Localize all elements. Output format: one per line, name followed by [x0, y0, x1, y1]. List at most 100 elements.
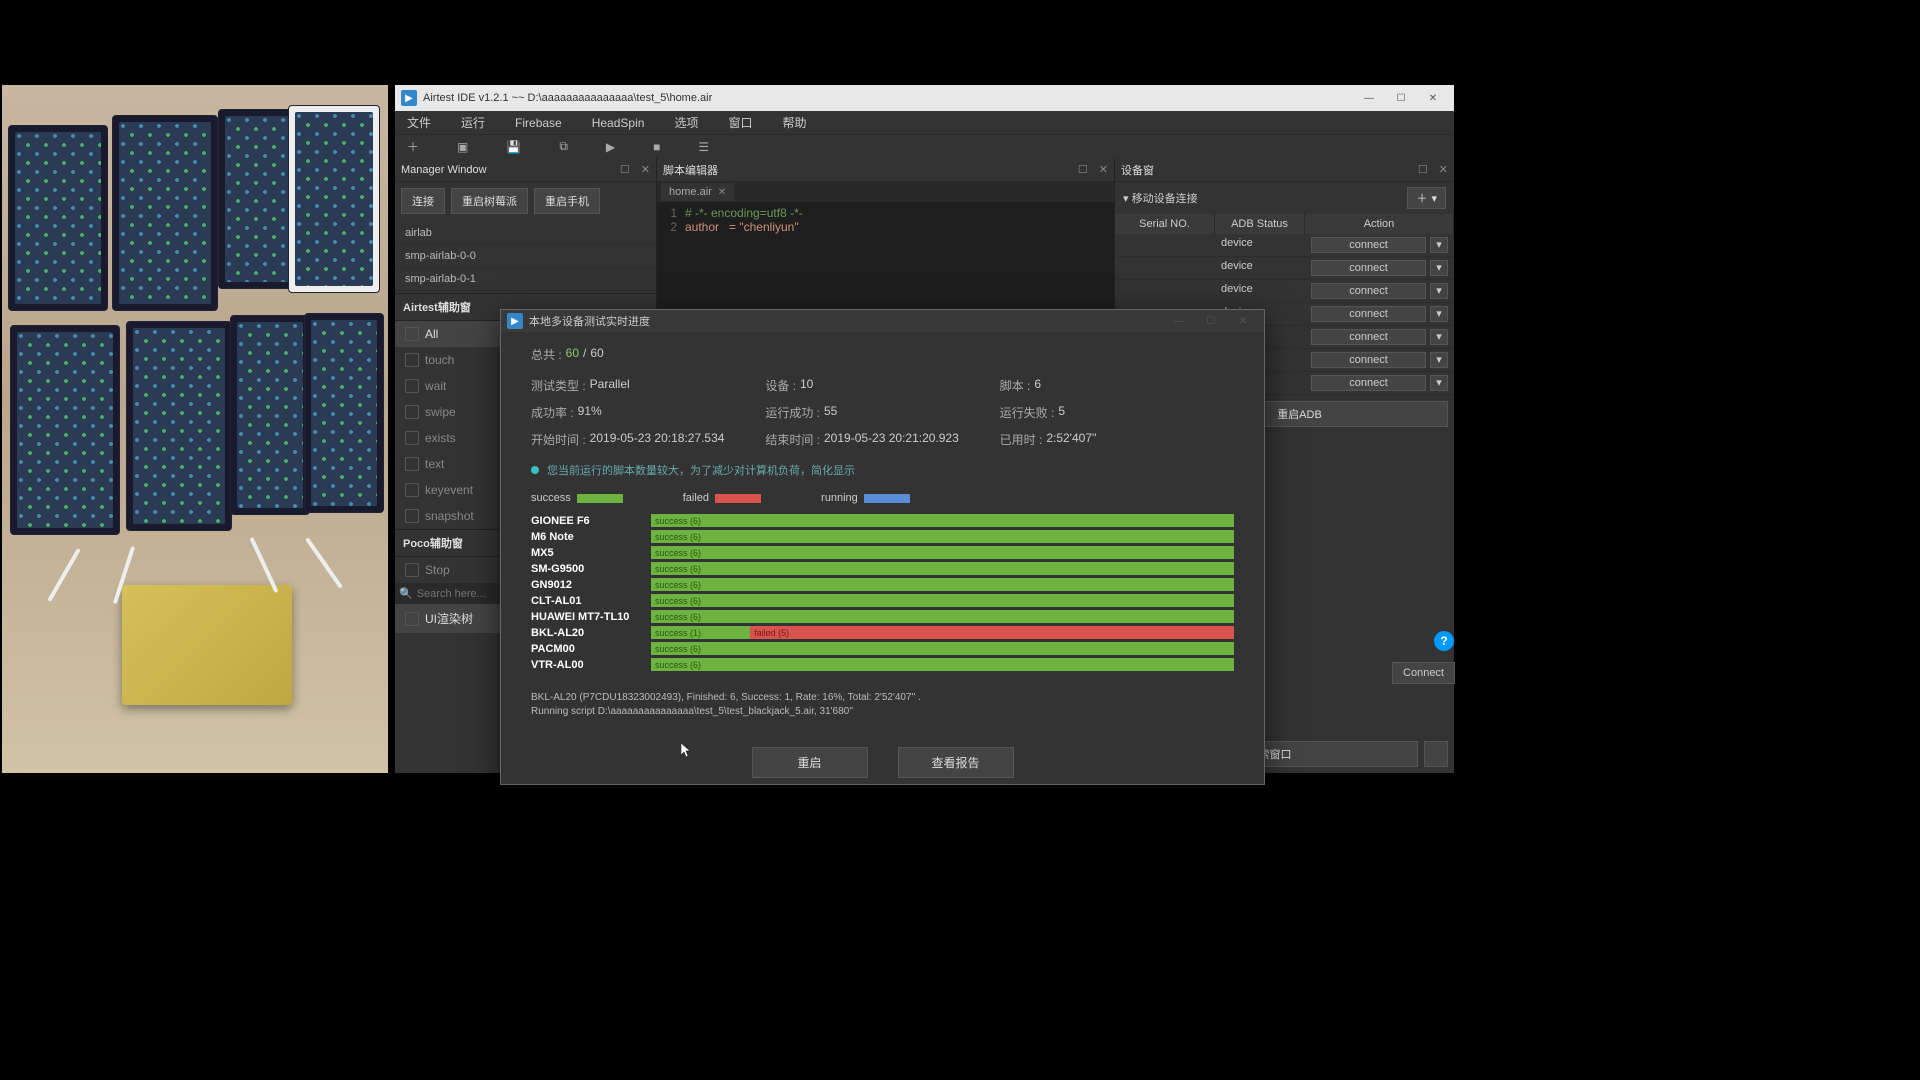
device-connect-dropdown[interactable]: ▾ — [1430, 375, 1448, 391]
new-icon[interactable]: ＋ — [407, 138, 419, 155]
pass-count: 55 — [824, 404, 837, 421]
device-connect-dropdown[interactable]: ▾ — [1430, 352, 1448, 368]
panel-float-icon[interactable]: ☐ — [1078, 163, 1088, 176]
restart-phone-button[interactable]: 重启手机 — [534, 188, 600, 214]
mouse-cursor — [681, 743, 693, 759]
progress-row: GN9012success (6) — [531, 578, 1234, 591]
editor-panel-header: 脚本编辑器 ☐ ✕ — [657, 158, 1114, 182]
close-button[interactable]: ✕ — [1418, 88, 1448, 108]
device-row: deviceconnect▾ — [1115, 257, 1454, 280]
menu-options[interactable]: 选项 — [674, 114, 698, 131]
modal-minimize-button[interactable]: — — [1164, 311, 1194, 331]
progress-segment: failed (5) — [750, 626, 1234, 639]
device-name: GN9012 — [531, 579, 641, 591]
device-connect-button[interactable]: connect — [1311, 329, 1426, 345]
device-connect-button[interactable]: connect — [1311, 237, 1426, 253]
progress-row: SM-G9500success (6) — [531, 562, 1234, 575]
device-connect-button[interactable]: connect — [1311, 283, 1426, 299]
panel-close-icon[interactable]: ✕ — [641, 163, 650, 176]
stop-icon[interactable]: ■ — [653, 140, 660, 154]
elapsed-time: 2:52'407'' — [1046, 431, 1096, 448]
device-connect-button[interactable]: connect — [1311, 306, 1426, 322]
manager-item[interactable]: smp-airlab-0-0 — [395, 245, 656, 268]
script-count: 6 — [1034, 377, 1041, 394]
menu-window[interactable]: 窗口 — [728, 114, 752, 131]
legend: success failed running — [531, 492, 1234, 504]
add-device-button[interactable]: ＋▾ — [1407, 187, 1446, 209]
progress-row: VTR-AL00success (6) — [531, 658, 1234, 671]
panel-close-icon[interactable]: ✕ — [1099, 163, 1108, 176]
report-icon[interactable]: ☰ — [698, 140, 709, 154]
menu-firebase[interactable]: Firebase — [515, 116, 562, 130]
device-count: 10 — [800, 377, 813, 394]
progress-segment: success (1) — [651, 626, 750, 639]
device-row: deviceconnect▾ — [1115, 280, 1454, 303]
progress-row: HUAWEI MT7-TL10 success (6) — [531, 610, 1234, 623]
device-connect-button[interactable]: connect — [1311, 260, 1426, 276]
save-all-icon[interactable]: ⧉ — [559, 139, 568, 154]
panel-float-icon[interactable]: ☐ — [620, 163, 630, 176]
chevron-down-icon[interactable]: ▾ — [1123, 192, 1129, 205]
view-report-button[interactable]: 查看报告 — [898, 747, 1014, 778]
manager-item[interactable]: airlab — [395, 222, 656, 245]
device-name: PACM00 — [531, 643, 641, 655]
test-type: Parallel — [590, 377, 630, 394]
device-connect-dropdown[interactable]: ▾ — [1430, 306, 1448, 322]
progress-row: M6 Note success (6) — [531, 530, 1234, 543]
device-connect-button[interactable]: connect — [1311, 375, 1426, 391]
save-icon[interactable]: 💾 — [506, 140, 521, 154]
restart-pi-button[interactable]: 重启树莓派 — [451, 188, 528, 214]
search-icon: 🔍 — [399, 587, 413, 600]
app-icon: ▶ — [507, 313, 523, 329]
progress-row: MX5success (6) — [531, 546, 1234, 559]
device-connect-button[interactable]: connect — [1311, 352, 1426, 368]
toolbar: ＋ ▣ 💾 ⧉ ▶ ■ ☰ — [395, 134, 1454, 158]
connect-button-large[interactable]: Connect — [1392, 662, 1455, 684]
total-all: 60 — [590, 346, 603, 363]
progress-segment: success (6) — [651, 658, 1234, 671]
menu-headspin[interactable]: HeadSpin — [592, 116, 645, 130]
editor-tab-label: home.air — [669, 186, 712, 198]
fail-count: 5 — [1058, 404, 1065, 421]
modal-title: 本地多设备测试实时进度 — [529, 313, 650, 329]
device-connect-dropdown[interactable]: ▾ — [1430, 283, 1448, 299]
device-connect-dropdown[interactable]: ▾ — [1430, 237, 1448, 253]
maximize-button[interactable]: ☐ — [1386, 88, 1416, 108]
tab-close-icon[interactable]: ✕ — [718, 187, 726, 198]
modal-close-button[interactable]: ✕ — [1228, 311, 1258, 331]
menu-help[interactable]: 帮助 — [782, 114, 806, 131]
panel-close-icon[interactable]: ✕ — [1439, 163, 1448, 176]
chevron-down-icon: ▾ — [1431, 192, 1437, 205]
play-icon[interactable]: ▶ — [606, 140, 615, 154]
device-panel-header: 设备窗 ☐ ✕ — [1115, 158, 1454, 182]
total-done: 60 — [566, 346, 579, 363]
device-connect-dropdown[interactable]: ▾ — [1430, 329, 1448, 345]
progress-segment: success (6) — [651, 530, 1234, 543]
minimize-button[interactable]: — — [1354, 88, 1384, 108]
panel-float-icon[interactable]: ☐ — [1418, 163, 1428, 176]
manager-panel-title: Manager Window — [401, 164, 487, 176]
window-title: Airtest IDE v1.2.1 ~~ D:\aaaaaaaaaaaaaaa… — [423, 92, 712, 104]
device-name: SM-G9500 — [531, 563, 641, 575]
manager-item[interactable]: smp-airlab-0-1 — [395, 268, 656, 291]
menu-file[interactable]: 文件 — [407, 114, 431, 131]
device-name: GIONEE F6 — [531, 515, 641, 527]
progress-table: GIONEE F6 success (6) M6 Note success (6) MX… — [531, 514, 1234, 671]
help-badge[interactable]: ? — [1434, 631, 1454, 651]
manager-panel-header: Manager Window ☐ ✕ — [395, 158, 656, 182]
device-name: HUAWEI MT7-TL10 — [531, 611, 641, 623]
editor-tab[interactable]: home.air ✕ — [661, 183, 734, 201]
progress-modal: ▶ 本地多设备测试实时进度 — ☐ ✕ 总共 : 60 / 60 测试类型 :P… — [500, 309, 1265, 785]
device-table-header: Serial NO. ADB Status Action — [1115, 214, 1454, 234]
connect-button[interactable]: 连接 — [401, 188, 445, 214]
device-connect-dropdown[interactable]: ▾ — [1430, 260, 1448, 276]
menubar: 文件 运行 Firebase HeadSpin 选项 窗口 帮助 — [395, 111, 1454, 134]
device-name: M6 Note — [531, 531, 641, 543]
progress-segment: success (6) — [651, 610, 1234, 623]
start-time: 2019-05-23 20:18:27.534 — [590, 431, 725, 448]
search-window-aux[interactable] — [1424, 741, 1448, 767]
menu-run[interactable]: 运行 — [461, 114, 485, 131]
restart-button[interactable]: 重启 — [752, 747, 868, 778]
modal-maximize-button[interactable]: ☐ — [1196, 311, 1226, 331]
open-icon[interactable]: ▣ — [457, 140, 468, 154]
